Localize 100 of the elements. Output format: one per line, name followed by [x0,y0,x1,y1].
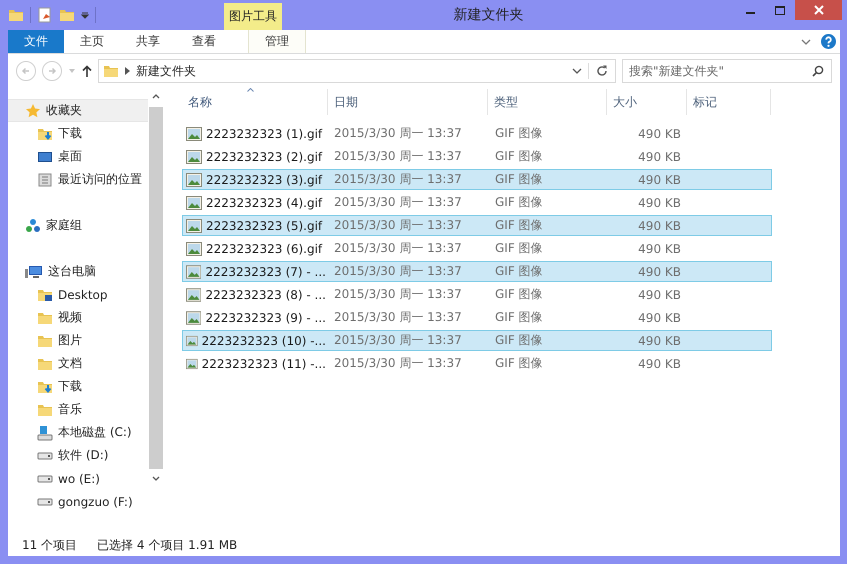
file-name: 2223232323 (7) - ... [205,264,326,278]
nav-item[interactable]: 这台电脑 [8,260,148,283]
file-name: 2223232323 (6).gif [206,242,322,256]
ribbon-tab[interactable]: 管理 [248,30,306,53]
type-cell-text: GIF 图像 [494,332,544,349]
file-row[interactable]: 2223232323 (8) - ... 2015/3/30 周一 13:37 GIF 图像 490 KB [182,284,772,305]
window-title: 新建文件夹 [452,6,524,24]
file-row[interactable]: 2223232323 (1).gif 2015/3/30 周一 13:37 GIF 图像 490 KB [182,123,772,144]
close-button[interactable] [795,0,842,20]
type-cell-text: GIF 图像 [494,355,544,372]
nav-item[interactable]: Desktop [8,283,148,306]
image-file-icon [186,334,198,348]
nav-item[interactable]: 软件 (D:) [8,444,148,467]
drive-icon [37,498,53,506]
chevron-down-icon[interactable] [572,68,582,74]
search-field[interactable]: 搜索"新建文件夹" [622,59,832,83]
up-arrow-icon[interactable] [82,65,92,77]
properties-icon[interactable] [37,7,53,23]
nav-item[interactable]: 音乐 [8,398,148,421]
search-icon[interactable] [812,65,824,77]
file-name: 2223232323 (1).gif [206,126,322,140]
drive-icon [37,452,53,460]
file-name: 2223232323 (3).gif [206,172,322,186]
file-row[interactable]: 2223232323 (3).gif 2015/3/30 周一 13:37 GIF 图像 490 KB [182,169,772,190]
column-header[interactable]: 日期 [328,89,488,115]
image-file-icon [186,150,202,164]
nav-item[interactable]: 视频 [8,306,148,329]
minimize-icon[interactable] [746,12,754,14]
item-count: 11 个项目 [22,536,78,554]
date-cell-text: 2015/3/30 周一 13:37 [333,194,463,211]
date-cell-text: 2015/3/30 周一 13:37 [333,171,463,188]
type-cell-text: GIF 图像 [494,263,544,280]
column-header[interactable]: 类型 [488,89,607,115]
file-row[interactable]: 2223232323 (2).gif 2015/3/30 周一 13:37 GIF 图像 490 KB [182,146,772,167]
file-row[interactable]: 2223232323 (4).gif 2015/3/30 周一 13:37 GIF 图像 490 KB [182,192,772,213]
type-cell-text: GIF 图像 [494,194,544,211]
nav-item[interactable]: gongzuo (F:) [8,490,148,513]
file-name: 2223232323 (11) -... [202,356,326,370]
file-row[interactable]: 2223232323 (6).gif 2015/3/30 周一 13:37 GIF 图像 490 KB [182,238,772,259]
dropdown-icon[interactable] [81,11,89,19]
breadcrumb-arrow-icon[interactable] [125,67,130,75]
date-cell-text: 2015/3/30 周一 13:37 [333,263,463,280]
size-cell-text: 490 KB [637,288,681,302]
type-cell-text: GIF 图像 [494,286,544,303]
scroll-down-icon[interactable] [152,476,160,480]
file-row[interactable]: 2223232323 (11) -... 2015/3/30 周一 13:37 GIF 图像 490 KB [182,353,772,374]
recent-places-icon [37,172,53,188]
type-cell-text: GIF 图像 [494,148,544,165]
nav-item[interactable]: 下载 [8,122,148,145]
file-row[interactable]: 2223232323 (9) - ... 2015/3/30 周一 13:37 GIF 图像 490 KB [182,307,772,328]
scrollbar-thumb[interactable] [149,107,163,469]
computer-icon [25,264,43,280]
type-cell-text: GIF 图像 [494,217,544,234]
nav-item[interactable]: 文档 [8,352,148,375]
image-file-icon [186,196,202,210]
date-cell-text: 2015/3/30 周一 13:37 [333,217,463,234]
file-name: 2223232323 (2).gif [206,150,322,164]
size-cell-text: 490 KB [637,150,681,164]
date-cell-text: 2015/3/30 周一 13:37 [333,148,463,165]
column-header[interactable]: 名称 [182,89,328,115]
image-file-icon [186,356,198,370]
file-row[interactable]: 2223232323 (7) - ... 2015/3/30 周一 13:37 GIF 图像 490 KB [182,261,772,282]
drive-icon [37,424,53,440]
size-cell-text: 490 KB [637,242,681,256]
sort-caret-icon [247,88,254,92]
type-cell-text: GIF 图像 [494,125,544,142]
size-cell-text: 490 KB [637,264,681,278]
ribbon-tab[interactable]: 文件 [8,30,64,53]
file-row[interactable]: 2223232323 (10) -... 2015/3/30 周一 13:37 GIF 图像 490 KB [182,330,772,351]
date-cell-text: 2015/3/30 周一 13:37 [333,309,463,326]
help-icon[interactable] [821,34,836,49]
nav-item[interactable]: wo (E:) [8,467,148,490]
nav-item[interactable]: 本地磁盘 (C:) [8,421,148,444]
nav-item[interactable]: 桌面 [8,145,148,168]
size-cell-text: 490 KB [637,126,681,140]
chevron-down-icon[interactable] [801,38,811,44]
column-header[interactable]: 标记 [687,89,771,115]
nav-item[interactable]: 家庭组 [8,214,148,237]
nav-item[interactable]: 收藏夹 [8,99,148,122]
column-header[interactable]: 大小 [607,89,687,115]
file-name: 2223232323 (9) - ... [205,310,326,324]
date-cell-text: 2015/3/30 周一 13:37 [333,286,463,303]
maximize-icon[interactable] [775,6,785,14]
nav-item[interactable]: 下载 [8,375,148,398]
image-file-icon [186,264,202,278]
close-icon[interactable] [814,5,824,15]
image-file-icon [186,310,202,324]
file-row[interactable]: 2223232323 (5).gif 2015/3/30 周一 13:37 GIF 图像 490 KB [182,215,772,236]
refresh-icon[interactable] [595,64,609,78]
nav-item[interactable]: 最近访问的位置 [8,168,148,191]
image-file-icon [186,288,202,302]
contextual-tab-group: 图片工具 [224,3,282,30]
scroll-up-icon[interactable] [152,94,160,98]
image-file-icon [186,218,202,232]
nav-item[interactable]: 图片 [8,329,148,352]
date-cell-text: 2015/3/30 周一 13:37 [333,332,463,349]
file-name: 2223232323 (5).gif [206,218,322,232]
address-bar[interactable]: 新建文件夹 [98,59,616,83]
size-cell-text: 490 KB [637,356,681,370]
address-path[interactable]: 新建文件夹 [136,62,566,80]
